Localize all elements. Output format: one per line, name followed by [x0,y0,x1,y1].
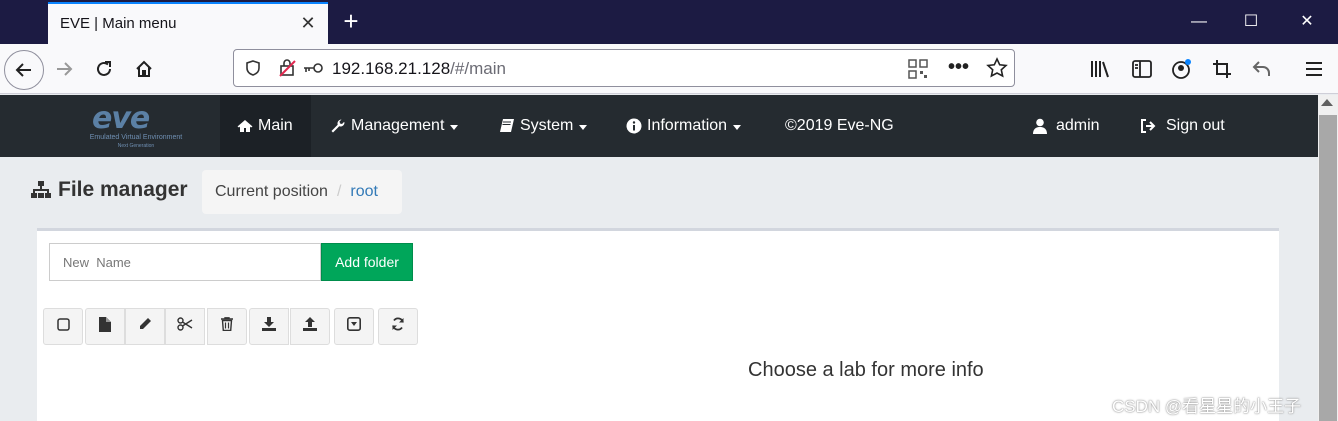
address-bar[interactable]: 192.168.21.128/#/main ••• [233,49,1015,87]
lab-info-placeholder: Choose a lab for more info [748,359,984,381]
cut-button[interactable] [165,308,205,345]
logo-text: eve [92,101,150,136]
breadcrumb: Current position / root [202,170,402,214]
sitemap-icon [30,180,52,200]
home-icon[interactable] [126,52,162,86]
refresh-button[interactable] [378,308,418,345]
screenshot-crop-icon[interactable] [1204,52,1240,86]
new-file-button[interactable] [85,308,125,345]
wrench-icon [330,118,346,134]
breadcrumb-root-link[interactable]: root [350,183,378,201]
home-icon [237,119,253,133]
download-button[interactable] [249,308,289,345]
archive-button[interactable] [334,308,374,345]
undo-icon[interactable] [1244,52,1280,86]
scroll-up-icon[interactable] [1321,99,1333,106]
file-manager-panel: Add folder [37,228,1279,421]
file-icon [99,316,111,337]
browser-tab[interactable]: EVE | Main menu ✕ [48,2,328,44]
window-close-icon[interactable]: ✕ [1284,0,1330,44]
sign-out-icon [1140,118,1156,134]
breadcrumb-separator: / [336,183,342,200]
forward-icon[interactable] [46,52,82,86]
qr-code-icon[interactable] [908,59,928,84]
user-icon [1033,118,1047,134]
new-name-input[interactable] [49,243,321,281]
tab-title: EVE | Main menu [60,15,177,32]
logo-subtitle-2: Next Generation [117,143,155,149]
pencil-icon [138,317,152,336]
user-name: admin [1056,117,1100,134]
trash-icon [221,317,233,336]
chevron-down-icon [450,124,459,130]
page-title-text: File manager [58,178,188,201]
eve-logo[interactable]: eve Emulated Virtual Environment Next Ge… [78,101,194,149]
menu-management[interactable]: Management [330,95,459,157]
upload-button[interactable] [290,308,330,345]
watermark-text: CSDN @看星星的小王子 [1112,397,1302,416]
menu-signout[interactable]: Sign out [1140,95,1225,157]
page-title: File manager [30,178,188,202]
browser-tab-strip: EVE | Main menu ✕ + — ☐ ✕ [0,0,1338,44]
insecure-lock-icon[interactable] [278,59,298,82]
download-icon [262,317,276,336]
menu-system-label: System [520,117,574,134]
scissors-icon [177,317,193,336]
sidebar-icon[interactable] [1124,52,1160,86]
url-text[interactable]: 192.168.21.128/#/main [332,59,506,79]
tab-close-icon[interactable]: ✕ [298,13,318,33]
upload-icon [303,317,317,336]
menu-main-label: Main [258,117,293,134]
key-icon[interactable] [302,61,324,80]
chevron-down-icon [733,124,742,130]
menu-main[interactable]: Main [220,95,311,157]
caret-square-down-icon [347,317,361,336]
minimize-icon[interactable]: — [1176,0,1222,44]
app-header: eve Emulated Virtual Environment Next Ge… [0,95,1318,157]
add-folder-button[interactable]: Add folder [321,243,413,281]
reload-icon[interactable] [86,52,122,86]
library-icon[interactable] [1082,52,1118,86]
menu-copyright[interactable]: ©2019 Eve-NG [785,95,894,157]
info-circle-icon [626,118,642,134]
page-actions-icon[interactable]: ••• [948,56,969,79]
menu-information-label: Information [647,117,728,134]
bookmark-star-icon[interactable] [986,57,1008,84]
shield-icon[interactable] [244,59,262,82]
checkbox-icon [56,317,70,336]
menu-information[interactable]: Information [626,95,742,157]
hamburger-menu-icon[interactable] [1296,52,1332,86]
vertical-scrollbar[interactable] [1318,95,1338,421]
back-icon[interactable] [4,50,44,90]
copyright-label: ©2019 Eve-NG [785,117,894,134]
refresh-icon [391,317,405,336]
menu-management-label: Management [351,117,445,134]
signout-label: Sign out [1166,117,1225,134]
logo-subtitle: Emulated Virtual Environment [89,134,183,141]
breadcrumb-label: Current position [215,183,328,200]
browser-toolbar: 192.168.21.128/#/main ••• [0,44,1338,94]
menu-user[interactable]: admin [1033,95,1100,157]
scrollbar-thumb[interactable] [1319,115,1337,421]
maximize-icon[interactable]: ☐ [1228,0,1274,44]
menu-system[interactable]: System [499,95,588,157]
book-icon [499,118,515,134]
delete-button[interactable] [207,308,247,345]
new-tab-icon[interactable]: + [338,6,364,36]
chevron-down-icon [579,124,588,130]
select-all-button[interactable] [43,308,83,345]
rename-button[interactable] [125,308,165,345]
account-icon[interactable] [1164,52,1200,86]
